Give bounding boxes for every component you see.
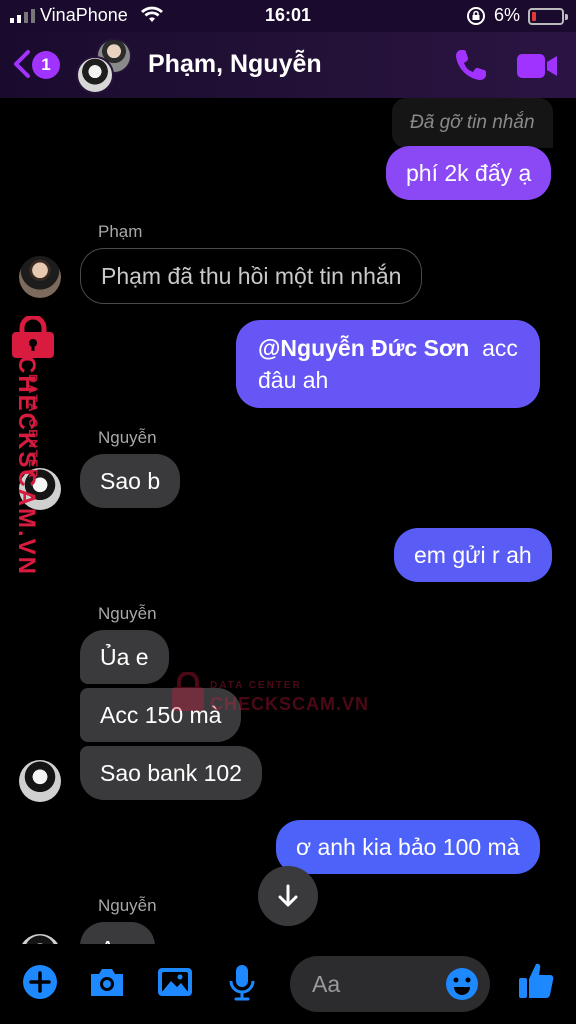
avatar: [76, 56, 114, 94]
message-list[interactable]: Đã gỡ tin nhắn phí 2k đấy ạ Phạm Phạm đã…: [0, 98, 576, 944]
message-text: em gửi r ah: [414, 542, 532, 568]
back-chevron-icon: [14, 50, 30, 78]
message-text: ơ anh kia bảo 100 mà: [296, 834, 520, 860]
thumbs-up-icon[interactable]: [516, 960, 556, 1002]
phone-icon[interactable]: [452, 46, 490, 84]
message-bubble-outgoing[interactable]: ơ anh kia bảo 100 mà: [276, 820, 540, 874]
rotation-lock-icon: [467, 7, 485, 25]
sender-name: Phạm: [98, 222, 143, 241]
message-bubble-incoming[interactable]: Ủa e: [80, 630, 169, 684]
sender-name: Nguyễn: [98, 428, 157, 447]
video-icon[interactable]: [515, 46, 559, 84]
microphone-icon[interactable]: [222, 962, 262, 1002]
message-text: Sao b: [100, 468, 161, 494]
scroll-to-bottom-button[interactable]: [258, 866, 318, 926]
lock-icon: [172, 672, 204, 711]
battery-fill: [532, 12, 536, 21]
message-text: Phạm đã thu hồi một tin nhắn: [101, 263, 402, 289]
message-text: Ủa e: [100, 644, 149, 670]
message-bubble-incoming[interactable]: A...: [80, 922, 155, 944]
watermark-text: CHECKSCAM.VN: [210, 694, 370, 714]
user-mention[interactable]: @Nguyễn Đức Sơn: [258, 335, 469, 361]
message-text: phí 2k đấy ạ: [406, 160, 532, 186]
message-input-placeholder: Aa: [312, 971, 341, 997]
status-bar: VinaPhone 16:01 6%: [0, 0, 576, 32]
chat-title[interactable]: Phạm, Nguyễn: [148, 50, 322, 79]
camera-icon[interactable]: [87, 962, 127, 1002]
message-text: Đã gỡ tin nhắn: [410, 112, 535, 133]
message-bubble-incoming[interactable]: Sao b: [80, 454, 181, 508]
message-input[interactable]: Aa: [290, 956, 490, 1012]
unread-badge: 1: [32, 51, 60, 79]
clock: 16:01: [264, 5, 312, 25]
message-text: đâu ah: [258, 367, 329, 393]
avatar[interactable]: [19, 934, 61, 944]
image-icon[interactable]: [155, 962, 195, 1002]
message-bubble-outgoing[interactable]: phí 2k đấy ạ: [386, 146, 552, 200]
message-text: A...: [100, 936, 135, 944]
plus-icon[interactable]: [20, 962, 60, 1002]
message-text: Sao bank 102: [100, 760, 242, 786]
battery-icon: [528, 8, 568, 25]
battery-percent: 6%: [494, 5, 521, 25]
message-bubble-outgoing[interactable]: @Nguyễn Đức Sơn acc đâu ah: [236, 320, 540, 408]
chat-header: 1 Phạm, Nguyễn: [0, 32, 576, 98]
message-bubble-incoming[interactable]: Sao bank 102: [80, 746, 262, 800]
lock-icon: [12, 316, 54, 358]
composer-bar: Aa: [0, 944, 576, 1024]
emoji-icon[interactable]: [444, 966, 480, 1002]
message-bubble-outgoing[interactable]: em gửi r ah: [394, 528, 552, 582]
watermark: DATA CENTER CHECKSCAM.VN: [170, 668, 370, 724]
message-text: acc: [482, 335, 518, 361]
sender-name: Nguyễn: [98, 896, 157, 915]
avatar[interactable]: [19, 256, 61, 298]
sender-name: Nguyễn: [98, 604, 157, 623]
avatar[interactable]: [19, 760, 61, 802]
arrow-down-icon: [278, 884, 298, 907]
unsent-notice: Phạm đã thu hồi một tin nhắn: [80, 248, 423, 304]
removed-message: Đã gỡ tin nhắn: [392, 98, 553, 148]
watermark: DATA CENTER CHECKSCAM.VN: [2, 316, 66, 576]
group-avatar[interactable]: [76, 38, 136, 94]
watermark-text: CHECKSCAM.VN: [13, 355, 41, 577]
watermark-subtext: DATA CENTER: [210, 680, 302, 691]
back-button[interactable]: 1: [10, 46, 66, 82]
